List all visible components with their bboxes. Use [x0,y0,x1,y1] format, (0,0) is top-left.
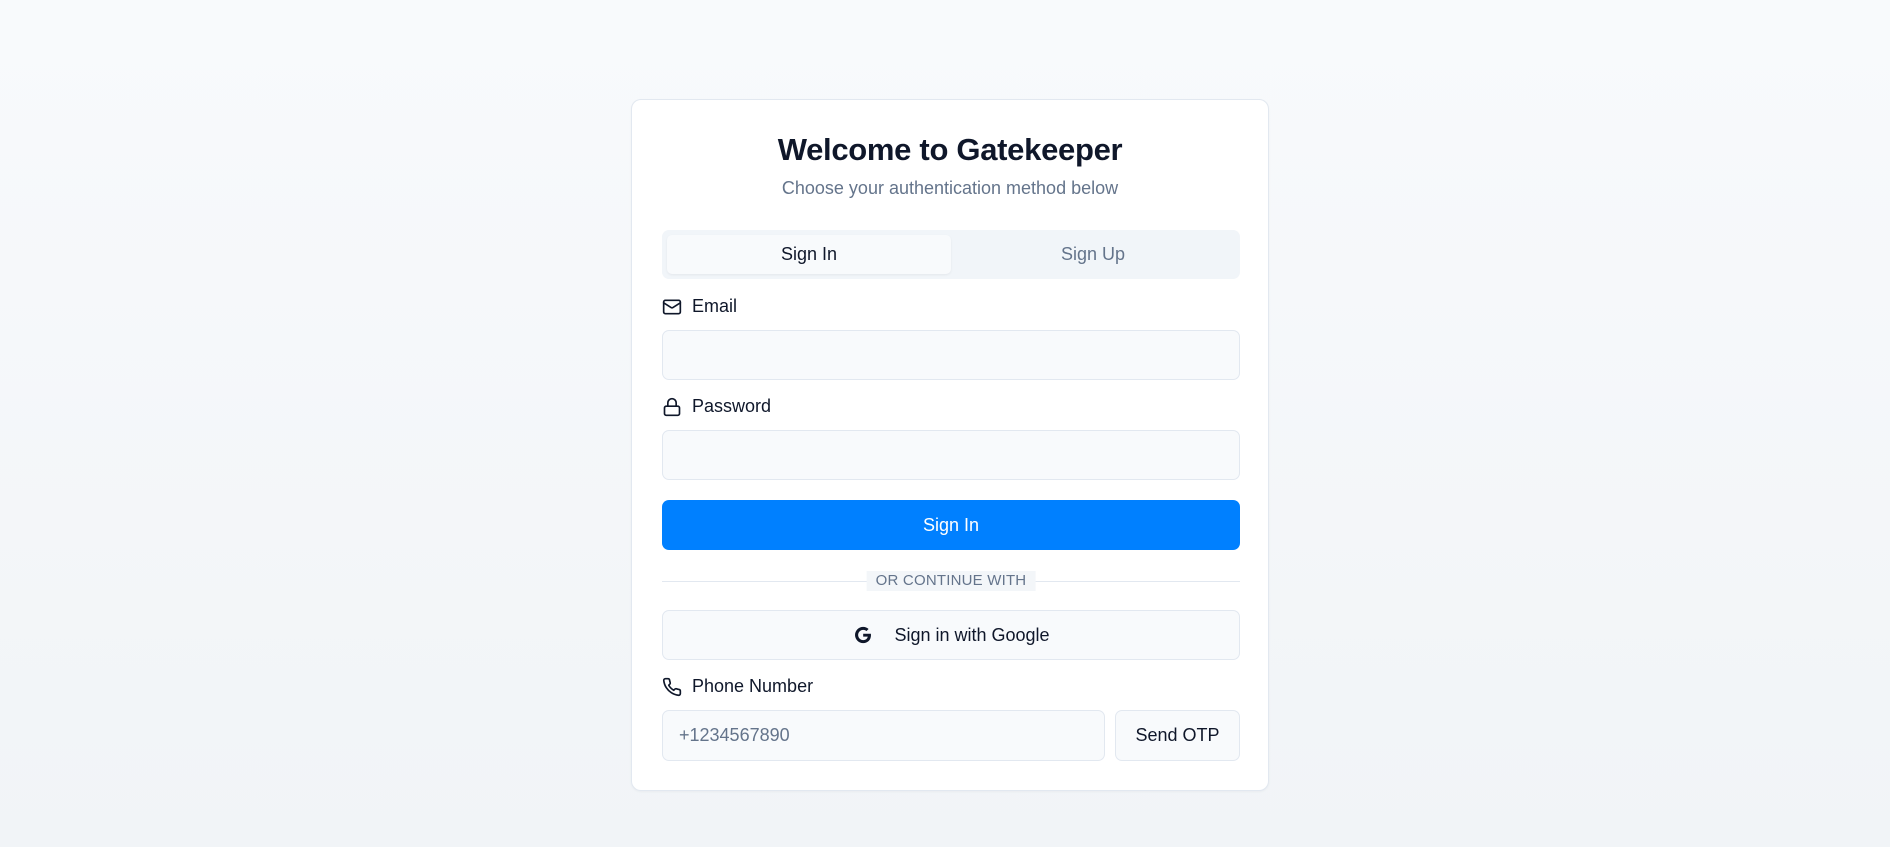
tab-sign-in[interactable]: Sign In [667,235,951,274]
google-button-label: Sign in with Google [894,624,1050,645]
page-subtitle: Choose your authentication method below [781,178,1119,198]
phone-number-field[interactable] [662,710,1105,761]
email-label-text: Email [692,296,738,316]
auth-tabs: Sign In Sign Up [662,230,1240,279]
password-label-text: Password [692,396,772,416]
password-label: Password [662,396,771,417]
email-field[interactable] [662,330,1240,380]
phone-icon [662,677,682,697]
password-field[interactable] [662,430,1240,480]
send-otp-button[interactable]: Send OTP [1115,710,1240,761]
page-title: Welcome to Gatekeeper [777,132,1123,167]
lock-icon [662,397,682,417]
tab-sign-up[interactable]: Sign Up [951,235,1235,274]
email-label: Email [662,296,737,317]
google-sign-in-button[interactable]: Sign in with Google [662,610,1240,660]
mail-icon [662,297,682,317]
phone-label: Phone Number [662,676,813,697]
google-icon [852,624,874,646]
divider-label: OR CONTINUE WITH [866,571,1036,591]
phone-label-text: Phone Number [692,676,814,696]
or-divider: OR CONTINUE WITH [662,571,1240,591]
auth-card: Welcome to Gatekeeper Choose your authen… [631,99,1269,791]
sign-in-button[interactable]: Sign In [662,500,1240,550]
